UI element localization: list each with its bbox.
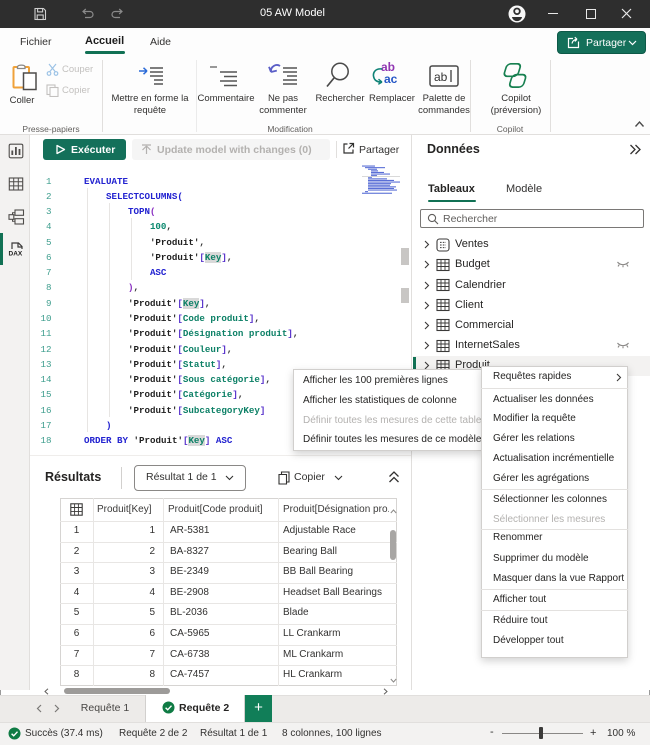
- svg-text:ab: ab: [434, 70, 448, 84]
- svg-text:DAX: DAX: [9, 251, 23, 258]
